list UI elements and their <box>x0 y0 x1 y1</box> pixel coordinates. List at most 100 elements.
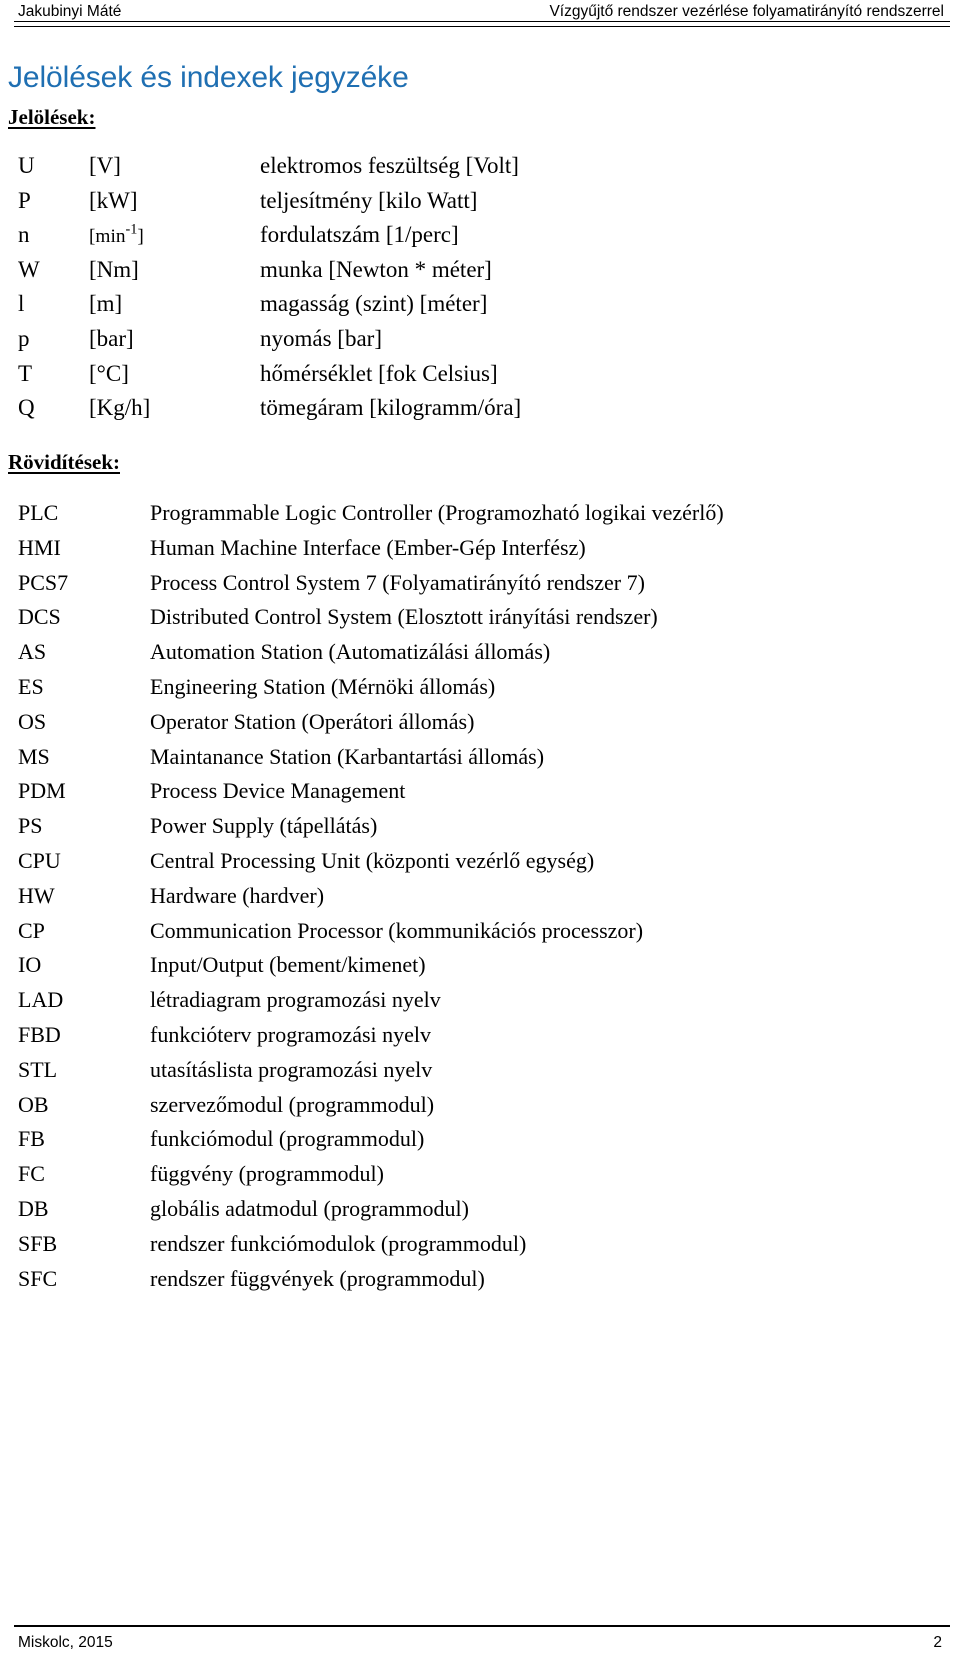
symbol-row: p [bar] nyomás [bar] <box>0 322 960 357</box>
header-double-rule <box>14 21 950 27</box>
abbreviation-meaning: globális adatmodul (programmodul) <box>150 1195 469 1221</box>
symbols-section-heading: Jelölések: <box>8 105 96 129</box>
abbreviation-meaning: Maintanance Station (Karbantartási állom… <box>150 743 545 769</box>
abbreviation-key: FC <box>18 1161 45 1187</box>
document-page: Jakubinyi Máté Vízgyűjtő rendszer vezérl… <box>0 0 960 1661</box>
symbol-unit: [Nm] <box>89 256 139 282</box>
symbol-name: W <box>18 256 40 282</box>
symbol-row: n [min-1] fordulatszám [1/perc] <box>0 218 960 253</box>
symbol-description: nyomás [bar] <box>260 325 382 351</box>
symbol-unit: [bar] <box>89 325 134 351</box>
symbol-name: n <box>18 222 30 248</box>
abbreviation-key: FB <box>18 1126 45 1152</box>
footer-page-number: 2 <box>933 1634 942 1651</box>
abbreviation-meaning: rendszer funkciómodulok (programmodul) <box>150 1230 527 1256</box>
abbreviation-meaning: Distributed Control System (Elosztott ir… <box>150 604 658 630</box>
symbol-name: T <box>18 360 33 386</box>
abbreviation-row: ES Engineering Station (Mérnöki állomás) <box>0 670 960 705</box>
symbol-description: elektromos feszültség [Volt] <box>260 153 519 178</box>
abbreviation-row: PDM Process Device Management <box>0 774 960 809</box>
abbreviation-row: DB globális adatmodul (programmodul) <box>0 1192 960 1227</box>
symbol-name: Q <box>18 395 35 421</box>
abbreviation-meaning: utasításlista programozási nyelv <box>150 1056 433 1082</box>
abbreviation-row: OB szervezőmodul (programmodul) <box>0 1088 960 1123</box>
symbol-description: tömegáram [kilogramm/óra] <box>260 395 522 421</box>
abbreviation-meaning: Process Control System 7 (Folyamatirányí… <box>150 569 645 595</box>
abbreviation-key: PDM <box>18 778 66 804</box>
document-footer: Miskolc, 2015 2 <box>18 1630 946 1656</box>
abbreviation-key: DCS <box>18 604 61 630</box>
symbol-description: munka [Newton * méter] <box>260 256 492 282</box>
symbol-row: T [°C] hőmérséklet [fok Celsius] <box>0 357 960 392</box>
symbol-row: l [m] magasság (szint) [méter] <box>0 287 960 322</box>
symbol-unit: [°C] <box>89 360 129 386</box>
abbreviation-meaning: Engineering Station (Mérnöki állomás) <box>150 673 496 699</box>
abbreviation-row: IO Input/Output (bement/kimenet) <box>0 948 960 983</box>
abbreviation-key: MS <box>18 743 50 769</box>
abbreviation-row: SFB rendszer funkciómodulok (programmodu… <box>0 1227 960 1262</box>
abbreviation-row: PLC Programmable Logic Controller (Progr… <box>0 496 960 531</box>
footer-place-year: Miskolc, 2015 <box>18 1634 113 1651</box>
abbreviation-key: DB <box>18 1195 49 1221</box>
abbreviation-key: PS <box>18 813 43 839</box>
abbreviations-table: PLC Programmable Logic Controller (Progr… <box>0 496 960 1296</box>
abbreviation-meaning: Programmable Logic Controller (Programoz… <box>150 500 724 525</box>
symbol-description: magasság (szint) [méter] <box>260 291 488 317</box>
abbreviation-meaning: Communication Processor (kommunikációs p… <box>150 917 644 943</box>
abbreviation-row: AS Automation Station (Automatizálási ál… <box>0 635 960 670</box>
abbreviation-key: OB <box>18 1091 49 1117</box>
abbreviation-row: STL utasításlista programozási nyelv <box>0 1053 960 1088</box>
abbreviations-section-heading: Rövidítések: <box>8 450 120 474</box>
abbreviation-row: HW Hardware (hardver) <box>0 879 960 914</box>
symbol-name: U <box>18 153 35 178</box>
abbreviation-key: HW <box>18 882 55 908</box>
abbreviation-meaning: Central Processing Unit (központi vezérl… <box>150 847 595 873</box>
abbreviation-meaning: létradiagram programozási nyelv <box>150 987 441 1013</box>
abbreviation-key: LAD <box>18 987 64 1013</box>
symbol-row: Q [Kg/h] tömegáram [kilogramm/óra] <box>0 391 960 426</box>
symbol-description: teljesítmény [kilo Watt] <box>260 187 478 213</box>
abbreviation-meaning: Automation Station (Automatizálási állom… <box>150 639 551 665</box>
symbol-unit: [kW] <box>89 187 138 213</box>
abbreviation-row: PS Power Supply (tápellátás) <box>0 809 960 844</box>
abbreviation-meaning: Human Machine Interface (Ember-Gép Inter… <box>150 534 586 560</box>
symbol-unit: [Kg/h] <box>89 395 151 421</box>
symbol-unit-base: [min <box>89 226 126 248</box>
abbreviation-row: FB funkciómodul (programmodul) <box>0 1122 960 1157</box>
abbreviation-key: PCS7 <box>18 569 69 595</box>
symbol-unit: [m] <box>89 291 123 317</box>
header-document-title: Vízgyűjtő rendszer vezérlése folyamatirá… <box>549 3 944 20</box>
page-title: Jelölések és indexek jegyzéke <box>8 61 409 95</box>
abbreviation-key: OS <box>18 708 47 734</box>
abbreviation-meaning: funkciómodul (programmodul) <box>150 1126 425 1152</box>
abbreviation-key: IO <box>18 952 42 978</box>
symbol-row: W [Nm] munka [Newton * méter] <box>0 253 960 288</box>
abbreviation-key: CP <box>18 917 45 943</box>
symbol-name: P <box>18 187 31 213</box>
abbreviation-key: STL <box>18 1056 58 1082</box>
abbreviation-key: SFB <box>18 1230 58 1256</box>
abbreviation-row: OS Operator Station (Operátori állomás) <box>0 705 960 740</box>
abbreviation-key: ES <box>18 673 44 699</box>
abbreviation-meaning: Process Device Management <box>150 778 406 804</box>
symbol-name: l <box>18 291 25 317</box>
symbol-unit-exponent: -1 <box>125 221 138 238</box>
abbreviation-key: SFC <box>18 1265 58 1291</box>
abbreviation-key: HMI <box>18 534 61 560</box>
symbol-unit-tail: ] <box>137 226 144 248</box>
symbol-unit: [V] <box>89 153 121 178</box>
symbol-description: hőmérséklet [fok Celsius] <box>260 360 498 386</box>
symbol-name: p <box>18 325 30 351</box>
abbreviation-key: FBD <box>18 1021 61 1047</box>
symbols-table: U [V] elektromos feszültség [Volt] P [kW… <box>0 149 960 426</box>
abbreviation-meaning: Operator Station (Operátori állomás) <box>150 708 475 734</box>
abbreviation-row: MS Maintanance Station (Karbantartási ál… <box>0 740 960 775</box>
abbreviation-key: PLC <box>18 500 59 525</box>
symbol-unit: [min-1] <box>89 218 144 255</box>
abbreviation-row: FC függvény (programmodul) <box>0 1157 960 1192</box>
footer-rule <box>14 1625 950 1627</box>
abbreviation-key: CPU <box>18 847 61 873</box>
abbreviation-row: PCS7 Process Control System 7 (Folyamati… <box>0 566 960 601</box>
abbreviation-row: SFC rendszer függvények (programmodul) <box>0 1262 960 1297</box>
symbol-row: U [V] elektromos feszültség [Volt] <box>0 149 960 184</box>
